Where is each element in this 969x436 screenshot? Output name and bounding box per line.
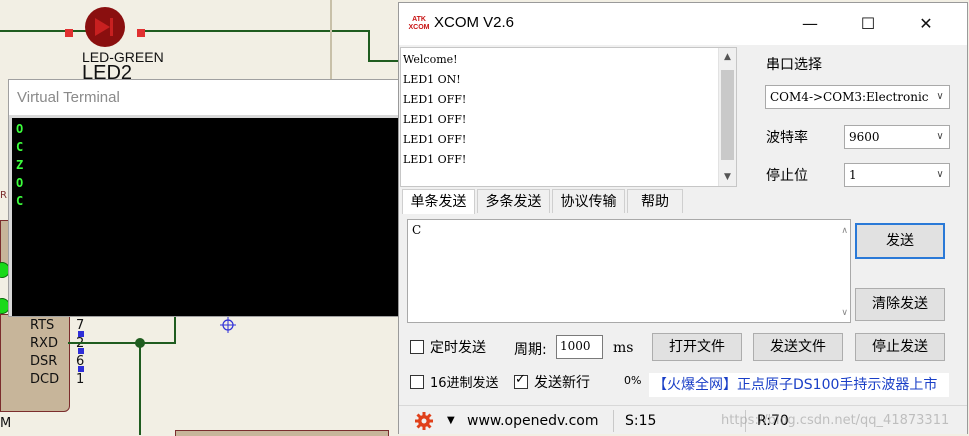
wire (174, 316, 176, 344)
logo-text-bottom: XCOM (408, 24, 430, 31)
virtual-terminal-title[interactable]: Virtual Terminal (9, 80, 401, 115)
baud-value: 9600 (849, 130, 880, 144)
crosshair-icon (220, 317, 236, 333)
baud-select[interactable]: 9600 ∨ (844, 125, 950, 149)
port-select[interactable]: COM4->COM3:Electronic ∨ (765, 85, 950, 109)
send-count: S:15 (625, 413, 657, 429)
receive-line: LED1 OFF! (403, 133, 467, 146)
period-unit: ms (613, 340, 634, 356)
receive-line: LED1 OFF! (403, 113, 467, 126)
xcom-logo-icon: ATK XCOM (408, 16, 430, 34)
receive-line: LED1 ON! (403, 73, 461, 86)
receive-line: LED1 OFF! (403, 153, 467, 166)
send-button[interactable]: 发送 (855, 223, 945, 259)
stop-send-button[interactable]: 停止发送 (855, 333, 945, 361)
pin-marker (78, 348, 84, 354)
tab-help[interactable]: 帮助 (627, 189, 683, 213)
pin-num: 1 (76, 372, 85, 387)
chevron-down-icon: ∨ (931, 164, 949, 186)
pin-name-rxd: RXD (30, 336, 58, 351)
timed-send-label: 定时发送 (430, 340, 486, 356)
terminal-line: O (16, 122, 24, 136)
minimize-button[interactable]: — (790, 9, 830, 39)
open-file-button[interactable]: 打开文件 (652, 333, 742, 361)
pin-marker (137, 29, 145, 37)
terminal-line: C (16, 140, 24, 154)
wire (139, 342, 141, 435)
title-bar[interactable]: ATK XCOM XCOM V2.6 — ☐ ✕ (399, 3, 967, 45)
wire (368, 30, 370, 62)
timed-send-checkbox[interactable] (410, 340, 424, 354)
pin-marker (78, 331, 84, 337)
wire (138, 30, 370, 32)
send-newline-checkbox[interactable] (514, 372, 528, 389)
wire (0, 30, 88, 32)
send-textarea[interactable]: C ∧ ∨ (407, 219, 851, 323)
period-label: 周期: (514, 342, 547, 358)
status-separator (613, 410, 614, 432)
chevron-down-icon: ∨ (931, 86, 949, 108)
stop-bits-label: 停止位 (766, 168, 808, 184)
dropdown-icon[interactable]: ▼ (447, 410, 455, 432)
baud-label: 波特率 (766, 130, 808, 146)
logo-text-top: ATK (412, 16, 426, 23)
pin-name-dsr: DSR (30, 354, 58, 369)
receive-line: Welcome! (403, 53, 458, 66)
pin-marker (65, 29, 73, 37)
hex-send-checkbox[interactable] (410, 375, 424, 389)
port-value: COM4->COM3:Electronic (770, 90, 929, 104)
terminal-line: O (16, 176, 24, 190)
scroll-thumb[interactable] (721, 70, 734, 160)
website-link[interactable]: www.openedv.com (467, 410, 599, 432)
ref-fragment: M (0, 416, 12, 431)
tab-multi-send[interactable]: 多条发送 (477, 189, 550, 213)
scroll-up-icon[interactable]: ∧ (841, 226, 848, 236)
port-label: 串口选择 (766, 57, 822, 73)
virtual-terminal-window[interactable]: Virtual Terminal O C Z O C (8, 79, 402, 317)
tab-single-send[interactable]: 单条发送 (402, 189, 475, 214)
tab-protocol[interactable]: 协议传输 (552, 189, 625, 213)
ad-link[interactable]: 【火爆全网】正点原子DS100手持示波器上市 (649, 373, 949, 397)
junction-dot (135, 338, 145, 348)
receive-scrollbar[interactable]: ▲ ▼ (718, 48, 736, 186)
status-bar: ▼ www.openedv.com S:15 R:70 https://blog… (399, 405, 967, 434)
grid-line (330, 0, 332, 80)
xcom-window[interactable]: ATK XCOM XCOM V2.6 — ☐ ✕ Welcome! LED1 O… (398, 2, 968, 434)
chevron-down-icon: ∨ (931, 126, 949, 148)
led-diode-icon (85, 7, 125, 47)
pin-name-rts: RTS (30, 318, 55, 333)
watermark-text: https://blog.csdn.net/qq_41873311 (721, 413, 950, 428)
settings-gear-icon[interactable] (413, 411, 435, 431)
terminal-line: C (16, 194, 24, 208)
stop-bits-value: 1 (849, 168, 857, 182)
pin-list: RTS RXD DSR DCD (30, 317, 59, 389)
window-title: XCOM V2.6 (434, 14, 515, 31)
led-component[interactable] (82, 6, 130, 48)
receive-line: LED1 OFF! (403, 93, 467, 106)
send-file-button[interactable]: 发送文件 (753, 333, 843, 361)
send-newline-label: 发送新行 (534, 375, 590, 391)
pin-marker (78, 366, 84, 372)
virtual-terminal-screen[interactable]: O C Z O C (12, 118, 401, 316)
send-text: C (412, 223, 422, 237)
progress-text: 0% (624, 374, 642, 387)
period-input[interactable]: 1000 (556, 335, 603, 359)
stop-bits-select[interactable]: 1 ∨ (844, 163, 950, 187)
component-fragment (175, 430, 389, 436)
clear-send-button[interactable]: 清除发送 (855, 288, 945, 321)
wire (368, 60, 400, 62)
wire (68, 342, 176, 344)
terminal-line: Z (16, 158, 24, 172)
pin-name-dcd: DCD (30, 372, 60, 387)
scroll-down-icon[interactable]: ∨ (841, 308, 848, 318)
scroll-up-icon[interactable]: ▲ (719, 48, 736, 66)
maximize-button[interactable]: ☐ (848, 9, 888, 39)
scroll-down-icon[interactable]: ▼ (719, 168, 736, 186)
close-button[interactable]: ✕ (906, 9, 946, 39)
hex-send-label: 16进制发送 (430, 376, 499, 391)
receive-textarea[interactable]: Welcome! LED1 ON! LED1 OFF! LED1 OFF! LE… (400, 47, 737, 187)
